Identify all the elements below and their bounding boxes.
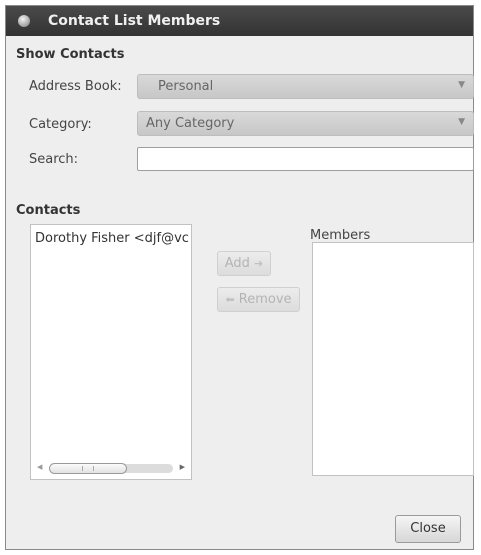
category-combo[interactable]: Any Category ▼ <box>137 111 474 136</box>
add-button[interactable]: Add ➔ <box>217 251 271 276</box>
app-icon[interactable] <box>18 15 30 27</box>
list-item[interactable]: Dorothy Fisher <djf@vc <box>35 231 189 246</box>
search-label: Search: <box>29 152 79 167</box>
contacts-list[interactable]: Dorothy Fisher <djf@vc ◀ ▶ <box>30 224 192 480</box>
horizontal-scrollbar[interactable]: ◀ ▶ <box>35 463 187 474</box>
chevron-down-icon: ▼ <box>458 80 465 90</box>
address-book-label: Address Book: <box>29 79 122 94</box>
remove-button-label: Remove <box>238 292 292 307</box>
contacts-heading: Contacts <box>16 203 81 218</box>
address-book-value: Personal <box>158 79 214 94</box>
arrow-left-icon[interactable]: ◀ <box>37 463 42 471</box>
category-value: Any Category <box>146 116 235 131</box>
grip-icon <box>82 466 94 471</box>
title-bar[interactable]: Contact List Members <box>6 6 473 36</box>
remove-button[interactable]: ⬅ Remove <box>217 287 300 312</box>
address-book-combo[interactable]: Personal ▼ <box>137 74 474 99</box>
search-input[interactable] <box>137 147 474 171</box>
category-label: Category: <box>29 117 92 132</box>
add-button-label: Add <box>224 256 250 271</box>
close-button[interactable]: Close <box>395 515 461 543</box>
arrow-right-icon: ➔ <box>254 257 264 270</box>
scroll-thumb[interactable] <box>49 463 127 474</box>
window-title: Contact List Members <box>48 13 221 29</box>
close-button-label: Close <box>410 521 446 536</box>
members-list[interactable] <box>312 242 474 476</box>
chevron-down-icon: ▼ <box>458 117 465 127</box>
arrow-left-icon: ⬅ <box>225 293 235 306</box>
show-contacts-heading: Show Contacts <box>16 47 125 62</box>
arrow-right-icon[interactable]: ▶ <box>180 463 185 471</box>
contact-list-members-dialog: Contact List Members Show Contacts Addre… <box>5 5 474 550</box>
members-heading: Members <box>310 228 371 243</box>
